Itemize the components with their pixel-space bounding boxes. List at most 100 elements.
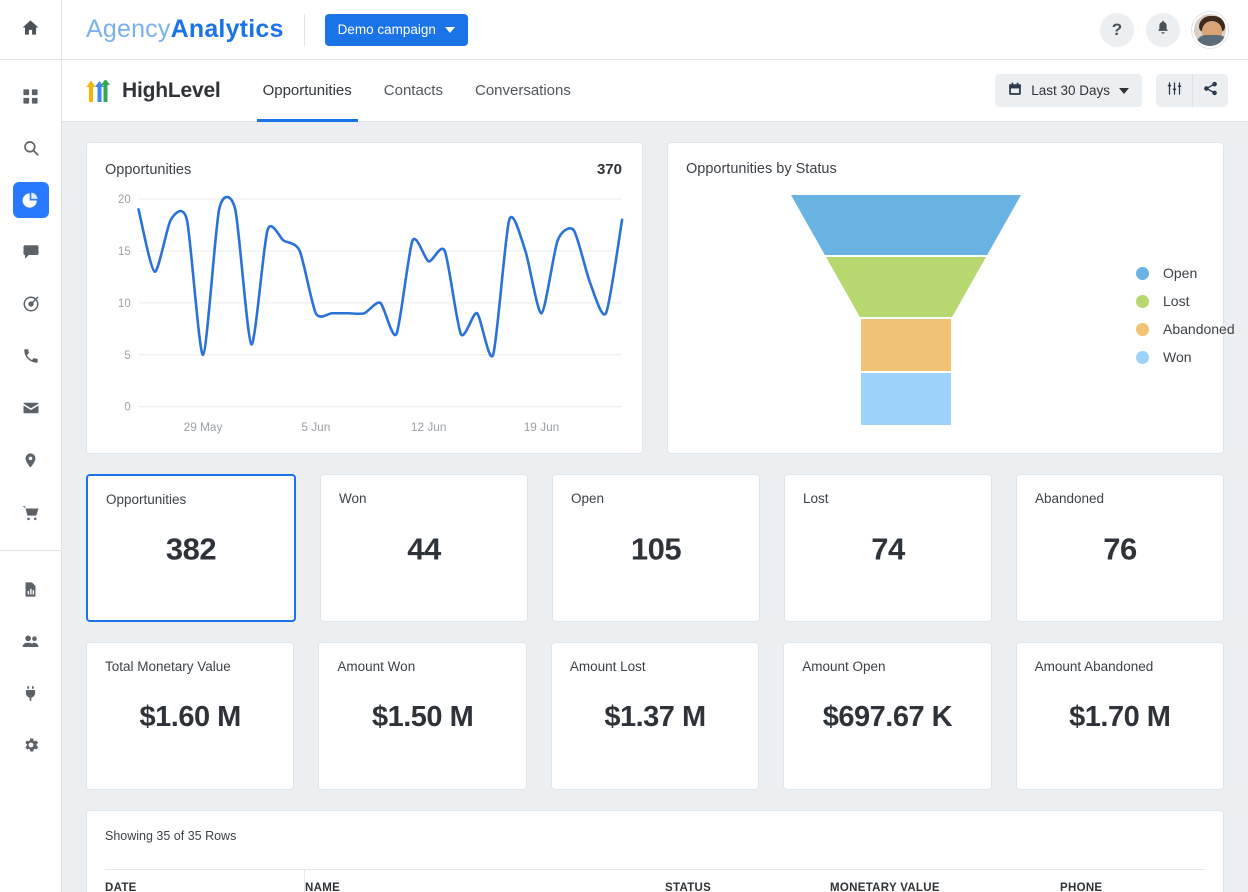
kpi-card-lost[interactable]: Lost 74 (784, 474, 992, 622)
sidebar-item-documents[interactable] (13, 571, 49, 607)
kpi-label: Total Monetary Value (105, 659, 275, 674)
tab-conversations[interactable]: Conversations (459, 60, 587, 122)
kpi-card-open[interactable]: Open 105 (552, 474, 760, 622)
kpi-card-amount-abandoned[interactable]: Amount Abandoned $1.70 M (1016, 642, 1224, 790)
kpi-value: $697.67 K (802, 701, 972, 734)
kpi-label: Amount Won (337, 659, 507, 674)
sidebar-item-integrations[interactable] (13, 675, 49, 711)
line-chart-total: 370 (597, 161, 622, 178)
legend-color-swatch (1136, 295, 1149, 308)
shopping-cart-icon (21, 503, 40, 522)
kpi-row-counts: Opportunities 382 Won 44 Open 105 Lost 7… (86, 474, 1224, 622)
legend-label: Abandoned (1163, 321, 1248, 337)
column-header-status[interactable]: STATUS (665, 869, 830, 892)
kpi-value: 382 (106, 531, 276, 567)
kpi-value: 44 (339, 531, 509, 567)
legend-item-open[interactable]: Open 105 (1136, 259, 1248, 287)
notifications-button[interactable] (1146, 13, 1180, 47)
kpi-card-amount-won[interactable]: Amount Won $1.50 M (318, 642, 526, 790)
legend-color-swatch (1136, 351, 1149, 364)
question-mark-icon: ? (1112, 20, 1122, 40)
avatar[interactable] (1192, 12, 1228, 48)
legend-item-abandoned[interactable]: Abandoned 75 (1136, 315, 1248, 343)
svg-text:10: 10 (118, 298, 131, 310)
tab-contacts[interactable]: Contacts (368, 60, 459, 122)
sidebar-item-email[interactable] (13, 390, 49, 426)
kpi-card-abandoned[interactable]: Abandoned 76 (1016, 474, 1224, 622)
sidebar-item-messages[interactable] (13, 234, 49, 270)
kpi-row-amounts: Total Monetary Value $1.60 M Amount Won … (86, 642, 1224, 790)
avatar-body (1196, 35, 1228, 48)
campaign-selector-button[interactable]: Demo campaign (325, 14, 468, 46)
sidebar-items (0, 60, 61, 779)
kpi-card-amount-open[interactable]: Amount Open $697.67 K (783, 642, 991, 790)
sidebar-item-settings[interactable] (13, 727, 49, 763)
funnel-wrap: Open 105 Lost 78 Abandoned (686, 195, 1205, 439)
funnel-chart-svg (686, 195, 1126, 425)
svg-text:29 May: 29 May (184, 420, 223, 434)
svg-text:19 Jun: 19 Jun (524, 420, 560, 434)
column-header-date[interactable]: DATE (105, 869, 305, 892)
kpi-label: Open (571, 491, 741, 506)
date-range-selector[interactable]: Last 30 Days (995, 74, 1142, 107)
showing-rows-label: Showing 35 of 35 Rows (105, 829, 1205, 843)
kpi-value: $1.60 M (105, 701, 275, 734)
table-header-row: DATE NAME STATUS MONETARY VALUE PHONE (105, 869, 1205, 892)
funnel-segment (826, 257, 986, 317)
sidebar-item-dashboard[interactable] (13, 78, 49, 114)
legend-label: Won (1163, 349, 1248, 365)
calendar-icon (1008, 82, 1022, 99)
funnel-segment (861, 319, 951, 371)
sidebar-item-reports[interactable] (13, 182, 49, 218)
sliders-filter-icon (1167, 81, 1182, 101)
column-header-name[interactable]: NAME (305, 869, 665, 892)
sidebar-item-search[interactable] (13, 130, 49, 166)
charts-row: Opportunities 370 0510152029 May5 Jun12 … (86, 142, 1224, 454)
line-chart-svg: 0510152029 May5 Jun12 Jun19 Jun (105, 193, 628, 443)
share-icon (1203, 81, 1218, 101)
brand-bold-text: Analytics (171, 15, 284, 43)
kpi-label: Amount Open (802, 659, 972, 674)
kpi-label: Lost (803, 491, 973, 506)
target-icon (22, 295, 40, 313)
sidebar-item-home[interactable] (0, 0, 61, 60)
highlevel-name: HighLevel (122, 79, 221, 103)
sidebar-item-calls[interactable] (13, 338, 49, 374)
legend-label: Open (1163, 265, 1248, 281)
column-header-monetary-value[interactable]: MONETARY VALUE (830, 869, 1060, 892)
highlevel-arrows-logo (86, 80, 112, 102)
kpi-value: $1.50 M (337, 701, 507, 734)
help-button[interactable]: ? (1100, 13, 1134, 47)
share-button[interactable] (1192, 74, 1228, 107)
sidebar-item-campaigns[interactable] (13, 286, 49, 322)
column-header-phone[interactable]: PHONE (1060, 869, 1205, 892)
main-area: AgencyAnalytics Demo campaign ? (62, 0, 1248, 892)
sidebar-item-ecommerce[interactable] (13, 494, 49, 530)
sidebar-item-locations[interactable] (13, 442, 49, 478)
legend-item-lost[interactable]: Lost 78 (1136, 287, 1248, 315)
grid-icon (22, 88, 39, 105)
kpi-value: 105 (571, 531, 741, 567)
kpi-card-total-monetary-value[interactable]: Total Monetary Value $1.60 M (86, 642, 294, 790)
kpi-label: Won (339, 491, 509, 506)
legend-color-swatch (1136, 323, 1149, 336)
agencyanalytics-logo[interactable]: AgencyAnalytics (86, 15, 284, 44)
legend-item-won[interactable]: Won 45 (1136, 343, 1248, 371)
nav-tabs: Opportunities Contacts Conversations (247, 60, 587, 122)
app-root: AgencyAnalytics Demo campaign ? (0, 0, 1248, 892)
tab-opportunities[interactable]: Opportunities (247, 60, 368, 122)
bell-icon (1155, 19, 1171, 40)
sidebar-item-clients[interactable] (13, 623, 49, 659)
funnel-chart-header: Opportunities by Status (686, 161, 1203, 177)
brand-light-text: Agency (86, 15, 171, 43)
filter-button[interactable] (1156, 74, 1192, 107)
search-icon (22, 139, 40, 157)
line-chart-title: Opportunities (105, 162, 191, 178)
gear-icon (22, 736, 40, 754)
kpi-card-won[interactable]: Won 44 (320, 474, 528, 622)
sub-nav: HighLevel Opportunities Contacts Convers… (62, 60, 1248, 122)
kpi-card-amount-lost[interactable]: Amount Lost $1.37 M (551, 642, 759, 790)
kpi-card-opportunities[interactable]: Opportunities 382 (86, 474, 296, 622)
funnel-chart-title: Opportunities by Status (686, 161, 837, 177)
svg-text:5: 5 (124, 350, 130, 362)
